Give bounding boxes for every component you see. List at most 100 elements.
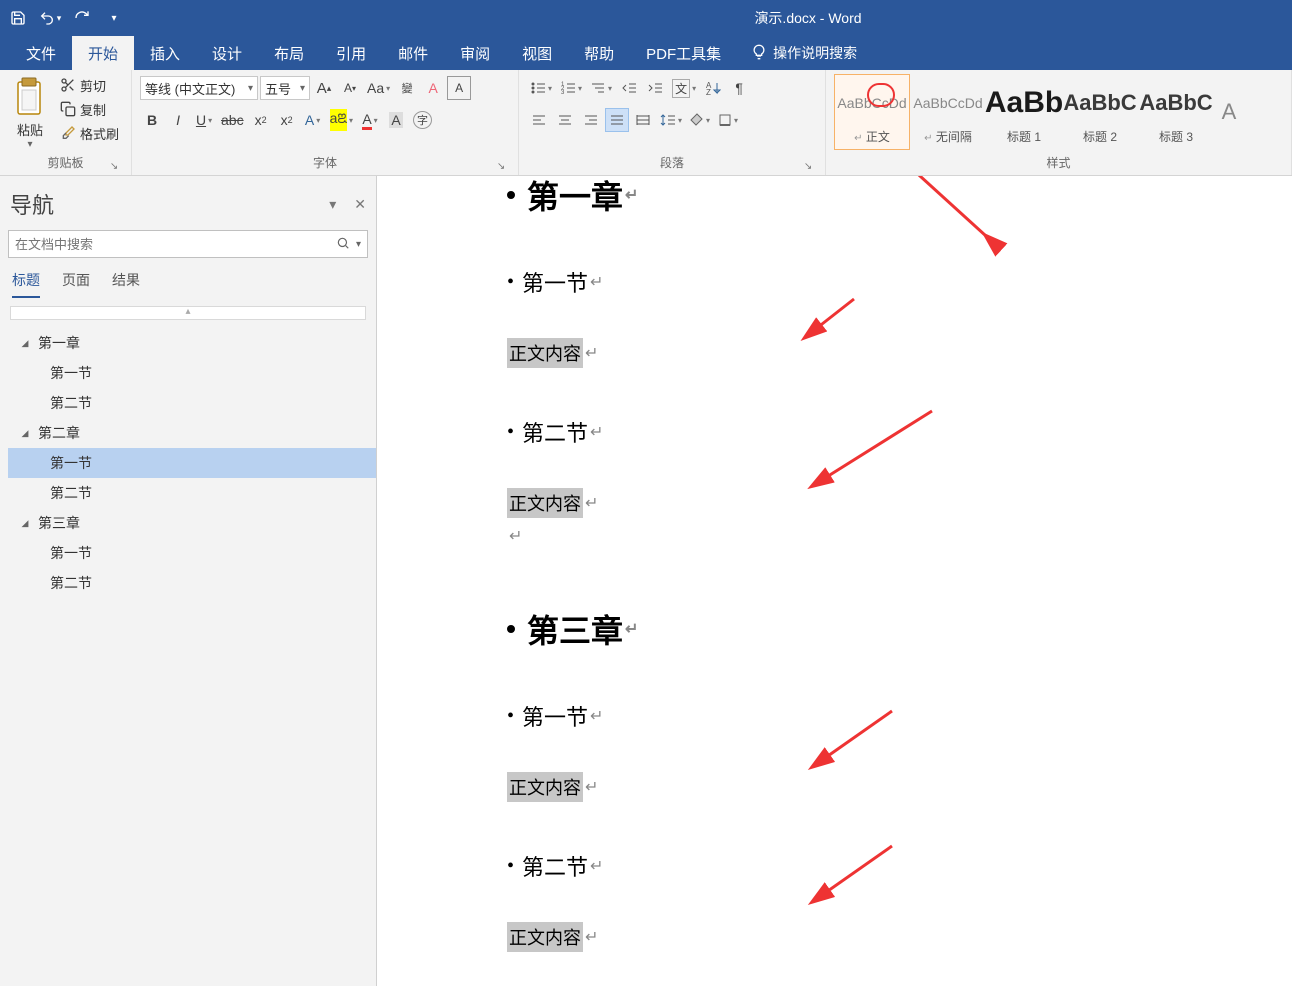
- font-size-combo[interactable]: 五号▾: [260, 76, 310, 100]
- char-shading-button[interactable]: A: [384, 108, 408, 132]
- strikethrough-button[interactable]: abc: [218, 108, 247, 132]
- tab-home[interactable]: 开始: [72, 36, 134, 70]
- tree-expand-icon[interactable]: ◢: [18, 518, 32, 529]
- nav-close-button[interactable]: ✕: [354, 196, 366, 213]
- enclose-char-button[interactable]: 字: [410, 108, 435, 132]
- doc-chapter-heading[interactable]: 第三章↵: [507, 606, 1292, 652]
- navigation-search-input[interactable]: [15, 237, 336, 252]
- copy-button[interactable]: 复制: [56, 98, 123, 120]
- bullets-button[interactable]: ▾: [527, 76, 555, 100]
- subscript-button[interactable]: x2: [249, 108, 273, 132]
- font-color-button[interactable]: A▾: [358, 108, 382, 132]
- tree-subheading[interactable]: 第二节: [34, 568, 368, 598]
- nav-jump-bar[interactable]: ▴: [10, 306, 366, 320]
- paste-more-icon[interactable]: ▾: [27, 139, 32, 150]
- nav-tab-pages[interactable]: 页面: [62, 270, 90, 298]
- align-left-button[interactable]: [527, 108, 551, 132]
- tab-references[interactable]: 引用: [320, 36, 382, 70]
- tree-subheading[interactable]: 第二节: [34, 388, 368, 418]
- change-case-button[interactable]: Aa▾: [364, 76, 393, 100]
- tree-subheading[interactable]: 第二节: [34, 478, 368, 508]
- document-area[interactable]: 第一章↵ •第一节↵ 正文内容↵ •第二节↵ 正文内容↵ ↵ 第三章↵ •第一节↵ 正文内容↵ •…: [377, 176, 1292, 986]
- style-no-spacing[interactable]: AaBbCcDd ↵ 无间隔: [910, 74, 986, 150]
- asian-layout-button[interactable]: 文▾: [669, 76, 699, 100]
- increase-indent-button[interactable]: [643, 76, 667, 100]
- tab-pdf-tools[interactable]: PDF工具集: [630, 36, 737, 70]
- tree-heading[interactable]: ◢第二章: [8, 418, 368, 448]
- format-painter-button[interactable]: 格式刷: [56, 122, 123, 144]
- font-name-combo[interactable]: 等线 (中文正文)▾: [140, 76, 258, 100]
- align-right-button[interactable]: [579, 108, 603, 132]
- cut-button[interactable]: 剪切: [56, 74, 123, 96]
- doc-section-heading[interactable]: •第二节↵: [507, 850, 1292, 882]
- qat-customize-button[interactable]: ▾: [100, 4, 128, 32]
- tab-file[interactable]: 文件: [10, 36, 72, 70]
- italic-button[interactable]: I: [166, 108, 190, 132]
- tree-expand-icon[interactable]: ◢: [18, 428, 32, 439]
- decrease-indent-button[interactable]: [617, 76, 641, 100]
- paragraph-dialog-launcher[interactable]: ↘: [801, 159, 815, 173]
- search-options-icon[interactable]: ▾: [356, 239, 361, 250]
- font-dialog-launcher[interactable]: ↘: [494, 159, 508, 173]
- align-center-button[interactable]: [553, 108, 577, 132]
- nav-options-button[interactable]: ▾: [329, 196, 336, 213]
- decrease-font-button[interactable]: A▾: [338, 76, 362, 100]
- tree-subheading[interactable]: 第一节: [34, 538, 368, 568]
- distribute-button[interactable]: [631, 108, 655, 132]
- tab-help[interactable]: 帮助: [568, 36, 630, 70]
- nav-tab-headings[interactable]: 标题: [12, 270, 40, 298]
- highlight-button[interactable]: aꢃ▾: [327, 108, 356, 132]
- nav-tab-results[interactable]: 结果: [112, 270, 140, 298]
- tab-layout[interactable]: 布局: [258, 36, 320, 70]
- doc-body-text[interactable]: 正文内容↵: [507, 922, 1292, 952]
- redo-button[interactable]: [68, 4, 96, 32]
- line-spacing-button[interactable]: ▾: [657, 108, 685, 132]
- numbering-button[interactable]: 123▾: [557, 76, 585, 100]
- tab-insert[interactable]: 插入: [134, 36, 196, 70]
- search-icon[interactable]: [336, 236, 350, 253]
- doc-body-text[interactable]: 正文内容↵: [507, 488, 1292, 518]
- align-justify-button[interactable]: [605, 108, 629, 132]
- style-heading2[interactable]: AaBbC 标题 2: [1062, 74, 1138, 150]
- doc-section-heading[interactable]: •第一节↵: [507, 266, 1292, 298]
- doc-chapter-heading[interactable]: 第一章↵: [507, 176, 1292, 218]
- tab-design[interactable]: 设计: [196, 36, 258, 70]
- doc-section-heading[interactable]: •第一节↵: [507, 700, 1292, 732]
- tree-heading[interactable]: ◢第三章: [8, 508, 368, 538]
- style-normal[interactable]: AaBbCcDd ↵ 正文: [834, 74, 910, 150]
- group-styles: AaBbCcDd ↵ 正文 AaBbCcDd ↵ 无间隔 AaBb 标题 1 A…: [826, 70, 1292, 175]
- doc-empty-paragraph[interactable]: ↵: [507, 526, 1292, 546]
- style-heading3[interactable]: AaBbC 标题 3: [1138, 74, 1214, 150]
- superscript-button[interactable]: x2: [275, 108, 299, 132]
- style-more[interactable]: A: [1214, 74, 1244, 150]
- style-heading1[interactable]: AaBb 标题 1: [986, 74, 1062, 150]
- save-button[interactable]: [4, 4, 32, 32]
- borders-button[interactable]: ▾: [715, 108, 741, 132]
- tree-subheading[interactable]: 第一节: [8, 448, 376, 478]
- tab-view[interactable]: 视图: [506, 36, 568, 70]
- doc-body-text[interactable]: 正文内容↵: [507, 772, 1292, 802]
- shading-button[interactable]: ▾: [687, 108, 713, 132]
- navigation-search[interactable]: ▾: [8, 230, 368, 258]
- tell-me-search[interactable]: 操作说明搜索: [737, 36, 871, 70]
- tab-review[interactable]: 审阅: [444, 36, 506, 70]
- clipboard-dialog-launcher[interactable]: ↘: [107, 159, 121, 173]
- char-border-button[interactable]: A: [447, 76, 471, 100]
- tree-subheading[interactable]: 第一节: [34, 358, 368, 388]
- tree-expand-icon[interactable]: ◢: [18, 338, 32, 349]
- bold-button[interactable]: B: [140, 108, 164, 132]
- doc-section-heading[interactable]: •第二节↵: [507, 416, 1292, 448]
- show-marks-button[interactable]: ¶: [727, 76, 751, 100]
- tab-mailings[interactable]: 邮件: [382, 36, 444, 70]
- text-effects-button[interactable]: A▾: [301, 108, 325, 132]
- paste-button[interactable]: 粘贴 ▾: [8, 74, 52, 150]
- tree-heading[interactable]: ◢第一章: [8, 328, 368, 358]
- doc-body-text[interactable]: 正文内容↵: [507, 338, 1292, 368]
- undo-button[interactable]: ▾: [36, 4, 64, 32]
- sort-button[interactable]: AZ: [701, 76, 725, 100]
- phonetic-guide-button[interactable]: 變: [395, 76, 419, 100]
- increase-font-button[interactable]: A▴: [312, 76, 336, 100]
- clear-format-button[interactable]: A: [421, 76, 445, 100]
- underline-button[interactable]: U▾: [192, 108, 216, 132]
- multilevel-list-button[interactable]: ▾: [587, 76, 615, 100]
